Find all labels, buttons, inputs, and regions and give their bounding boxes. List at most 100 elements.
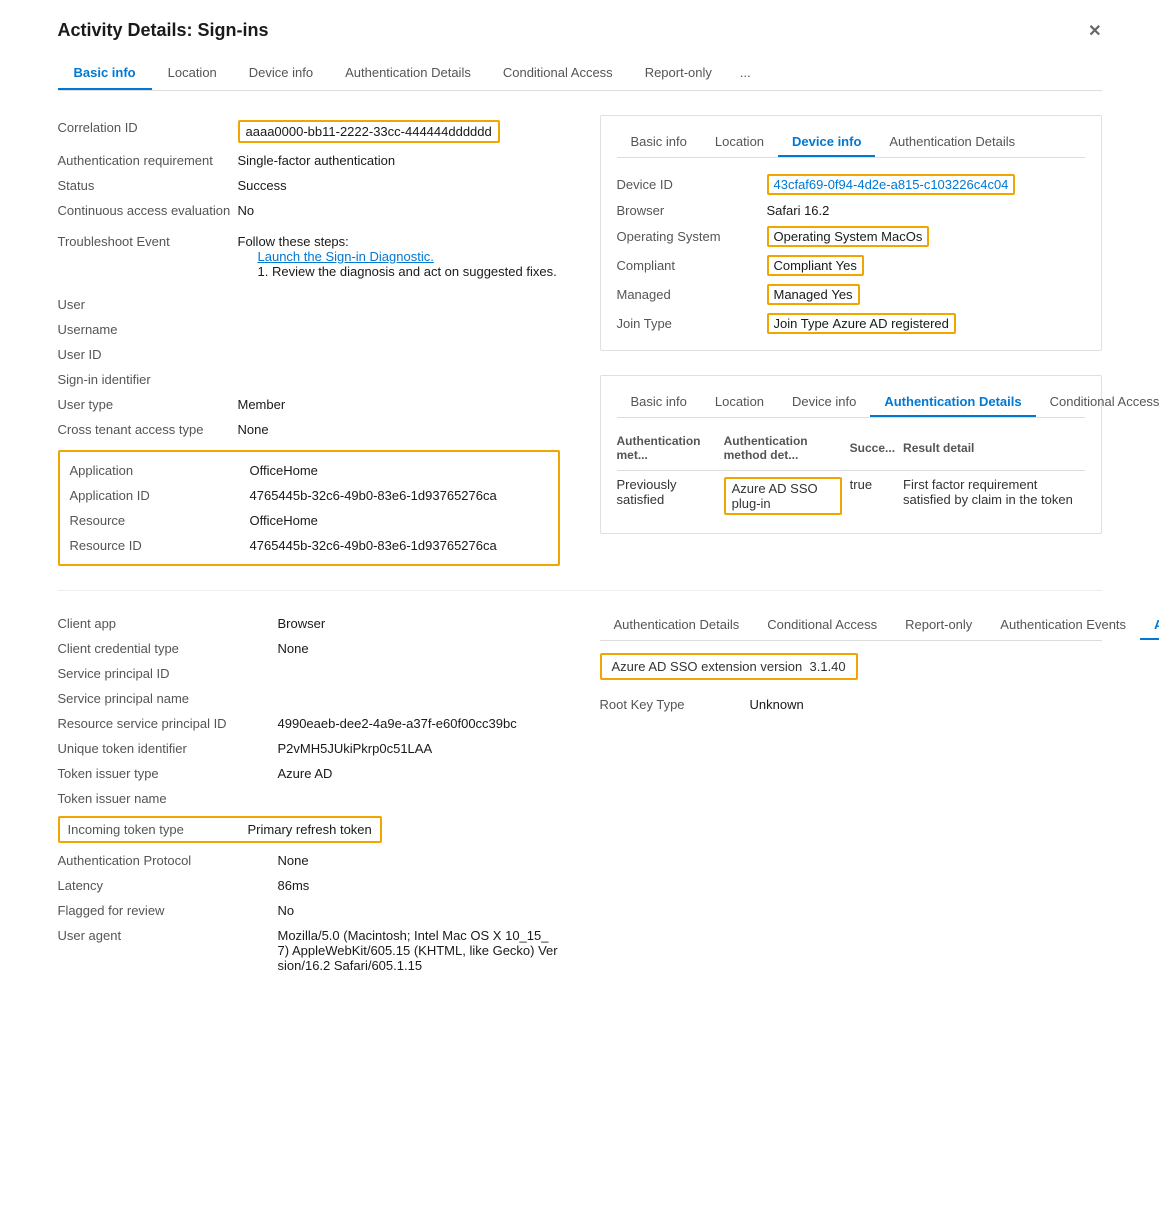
user-type-value: Member: [238, 397, 560, 412]
app-id-value: 4765445b-32c6-49b0-83e6-1d93765276ca: [250, 488, 548, 503]
tab-conditional-access[interactable]: Conditional Access: [487, 57, 629, 90]
basic-info-panel: Correlation ID aaaa0000-bb11-2222-33cc-4…: [58, 115, 560, 566]
signin-id-label: Sign-in identifier: [58, 372, 238, 387]
device-tab-device-info[interactable]: Device info: [778, 128, 875, 157]
tab-basic-info[interactable]: Basic info: [58, 57, 152, 90]
close-icon[interactable]: ✕: [1088, 21, 1101, 41]
troubleshoot-row: Troubleshoot Event Follow these steps: L…: [58, 229, 560, 284]
user-type-row: User type Member: [58, 392, 560, 417]
unique-token-row: Unique token identifier P2vMH5JUkiPkrp0c…: [58, 736, 560, 761]
token-issuer-name-label: Token issuer name: [58, 791, 278, 806]
tab-device-info[interactable]: Device info: [233, 57, 329, 90]
auth-details-panel: Basic info Location Device info Authenti…: [600, 375, 1102, 534]
join-type-label-inline: Join Type: [774, 316, 829, 331]
compliant-label-inline: Compliant: [774, 258, 833, 273]
unique-token-value: P2vMH5JUkiPkrp0c51LAA: [278, 741, 560, 756]
username-label: Username: [58, 322, 238, 337]
device-id-label: Device ID: [617, 177, 767, 192]
correlation-id-label: Correlation ID: [58, 120, 238, 135]
compliant-highlight: Compliant Yes: [767, 255, 864, 276]
device-tab-basic-info[interactable]: Basic info: [617, 128, 701, 157]
managed-value-inline: Yes: [831, 287, 852, 302]
auth-row-success: true: [850, 471, 903, 522]
add-tab-additional-details[interactable]: Additional Details: [1140, 611, 1159, 640]
cross-tenant-row: Cross tenant access type None: [58, 417, 560, 442]
auth-col-method: Authentication met...: [617, 430, 724, 471]
resource-row: Resource OfficeHome: [70, 508, 548, 533]
compliant-label: Compliant: [617, 258, 767, 273]
tab-location[interactable]: Location: [152, 57, 233, 90]
userid-row: User ID: [58, 342, 560, 367]
sso-ext-value: 3.1.40: [810, 659, 846, 674]
username-row: Username: [58, 317, 560, 342]
add-tab-conditional[interactable]: Conditional Access: [753, 611, 891, 640]
tab-auth-details[interactable]: Authentication Details: [329, 57, 487, 90]
application-section-highlight: Application OfficeHome Application ID 47…: [58, 450, 560, 566]
resource-svc-label: Resource service principal ID: [58, 716, 278, 731]
device-id-value: 43cfaf69-0f94-4d2e-a815-c103226c4c04: [767, 174, 1016, 195]
auth-tab-location[interactable]: Location: [701, 388, 778, 417]
correlation-id-row: Correlation ID aaaa0000-bb11-2222-33cc-4…: [58, 115, 560, 148]
user-label: User: [58, 297, 238, 312]
troubleshoot-content: Follow these steps: Launch the Sign-in D…: [238, 234, 560, 279]
additional-sub-tabs: Authentication Details Conditional Acces…: [600, 611, 1102, 641]
add-tab-auth-events[interactable]: Authentication Events: [986, 611, 1140, 640]
compliant-value-inline: Yes: [836, 258, 857, 273]
os-row: Operating System Operating System MacOs: [617, 222, 1085, 251]
resource-label: Resource: [70, 513, 250, 528]
auth-tab-auth-details[interactable]: Authentication Details: [870, 388, 1035, 417]
compliant-row: Compliant Compliant Yes: [617, 251, 1085, 280]
auth-tab-device-info[interactable]: Device info: [778, 388, 870, 417]
flagged-row: Flagged for review No: [58, 898, 560, 923]
browser-label: Browser: [617, 203, 767, 218]
add-tab-auth-details[interactable]: Authentication Details: [600, 611, 754, 640]
compliant-value: Compliant Yes: [767, 255, 864, 276]
auth-protocol-value: None: [278, 853, 560, 868]
incoming-token-label: Incoming token type: [68, 822, 248, 837]
sso-ext-highlight: Azure AD SSO extension version 3.1.40: [600, 653, 858, 680]
tab-more[interactable]: ...: [728, 57, 763, 90]
client-app-label: Client app: [58, 616, 278, 631]
device-sub-tabs: Basic info Location Device info Authenti…: [617, 128, 1085, 158]
join-type-row: Join Type Join Type Azure AD registered: [617, 309, 1085, 338]
sso-extension-block: Azure AD SSO extension version 3.1.40 Ro…: [600, 653, 1102, 717]
resource-svc-row: Resource service principal ID 4990eaeb-d…: [58, 711, 560, 736]
resource-value: OfficeHome: [250, 513, 548, 528]
browser-value: Safari 16.2: [767, 203, 830, 218]
device-tab-location[interactable]: Location: [701, 128, 778, 157]
auth-req-label: Authentication requirement: [58, 153, 238, 168]
auth-tab-basic-info[interactable]: Basic info: [617, 388, 701, 417]
cross-tenant-value: None: [238, 422, 560, 437]
join-type-value-inline: Azure AD registered: [833, 316, 949, 331]
svc-principal-name-row: Service principal name: [58, 686, 560, 711]
managed-value: Managed Yes: [767, 284, 860, 305]
root-key-label: Root Key Type: [600, 697, 750, 712]
unique-token-label: Unique token identifier: [58, 741, 278, 756]
status-label: Status: [58, 178, 238, 193]
correlation-id-highlight: aaaa0000-bb11-2222-33cc-444444dddddd: [238, 120, 500, 143]
user-row: User: [58, 292, 560, 317]
app-id-row: Application ID 4765445b-32c6-49b0-83e6-1…: [70, 483, 548, 508]
join-type-value: Join Type Azure AD registered: [767, 313, 956, 334]
client-cred-value: None: [278, 641, 560, 656]
troubleshoot-link[interactable]: Launch the Sign-in Diagnostic.: [258, 249, 434, 264]
auth-col-result: Result detail: [903, 430, 1084, 471]
incoming-token-row: Incoming token type Primary refresh toke…: [58, 811, 560, 848]
os-label: Operating System: [617, 229, 767, 244]
auth-tab-conditional[interactable]: Conditional Access: [1036, 388, 1159, 417]
user-agent-label: User agent: [58, 928, 278, 943]
tab-report-only[interactable]: Report-only: [629, 57, 728, 90]
troubleshoot-step1: 1. Review the diagnosis and act on sugge…: [238, 264, 560, 279]
add-tab-report-only[interactable]: Report-only: [891, 611, 986, 640]
latency-value: 86ms: [278, 878, 560, 893]
auth-protocol-label: Authentication Protocol: [58, 853, 278, 868]
managed-row: Managed Managed Yes: [617, 280, 1085, 309]
device-info-rows: Device ID 43cfaf69-0f94-4d2e-a815-c10322…: [617, 170, 1085, 338]
os-value: Operating System MacOs: [767, 226, 930, 247]
auth-col-success: Succe...: [850, 430, 903, 471]
device-tab-auth-details[interactable]: Authentication Details: [875, 128, 1029, 157]
app-value: OfficeHome: [250, 463, 548, 478]
incoming-token-value: Primary refresh token: [248, 822, 372, 837]
userid-label: User ID: [58, 347, 238, 362]
cross-tenant-label: Cross tenant access type: [58, 422, 238, 437]
